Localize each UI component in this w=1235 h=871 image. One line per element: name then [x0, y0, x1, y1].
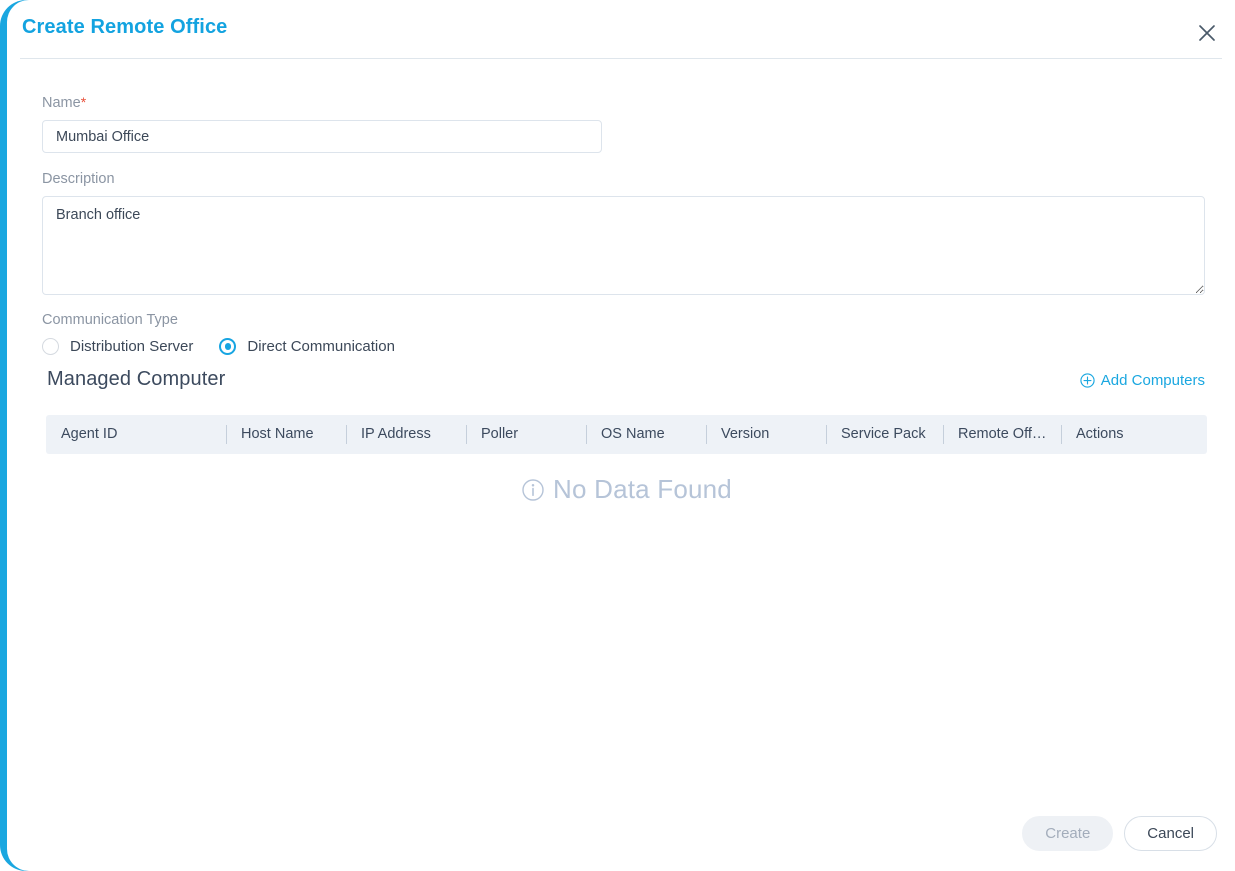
name-input[interactable]	[42, 120, 602, 153]
communication-type-group: Communication Type Distribution Server D…	[42, 311, 742, 355]
plus-circle-icon	[1080, 373, 1095, 388]
radio-direct-communication-label: Direct Communication	[247, 338, 395, 355]
column-header-actions[interactable]: Actions	[1061, 415, 1207, 454]
communication-type-label: Communication Type	[42, 312, 178, 328]
table-header-row: Agent ID Host Name IP Address Poller OS …	[46, 415, 1207, 454]
info-circle-icon	[521, 478, 545, 502]
column-header-service-pack[interactable]: Service Pack	[826, 415, 943, 454]
column-header-ip-address[interactable]: IP Address	[346, 415, 466, 454]
description-field-group: Description Branch office	[42, 170, 1205, 300]
radio-distribution-server[interactable]: Distribution Server	[42, 338, 193, 355]
add-computers-label: Add Computers	[1100, 372, 1205, 389]
empty-state-text: No Data Found	[553, 474, 732, 504]
managed-computer-table: Agent ID Host Name IP Address Poller OS …	[46, 415, 1207, 504]
column-header-host-name[interactable]: Host Name	[226, 415, 346, 454]
column-header-poller[interactable]: Poller	[466, 415, 586, 454]
name-label: Name*	[42, 93, 602, 112]
dialog-body: Name* Description Branch office Communic…	[7, 58, 1235, 871]
radio-circle-icon	[42, 338, 59, 355]
empty-state: No Data Found	[46, 474, 1207, 505]
column-header-agent-id[interactable]: Agent ID	[46, 415, 226, 454]
communication-type-options: Distribution Server Direct Communication	[42, 338, 742, 355]
radio-distribution-server-label: Distribution Server	[70, 338, 194, 355]
radio-direct-communication[interactable]: Direct Communication	[219, 338, 395, 355]
cancel-button[interactable]: Cancel	[1124, 816, 1217, 851]
name-field-group: Name*	[42, 93, 602, 153]
name-label-text: Name	[42, 95, 81, 111]
managed-computer-header: Managed Computer Add Computers	[42, 368, 1205, 398]
dialog-footer: Create Cancel	[1022, 816, 1217, 851]
page-title: Create Remote Office	[22, 16, 228, 38]
managed-computer-title: Managed Computer	[47, 368, 226, 390]
description-label: Description	[42, 171, 115, 187]
close-icon[interactable]	[1192, 18, 1222, 48]
create-remote-office-dialog: Create Remote Office Name* Description B…	[0, 0, 1235, 871]
description-textarea[interactable]: Branch office	[42, 196, 1205, 295]
column-header-version[interactable]: Version	[706, 415, 826, 454]
column-header-os-name[interactable]: OS Name	[586, 415, 706, 454]
dialog-header: Create Remote Office	[7, 0, 1235, 58]
dialog-panel: Create Remote Office Name* Description B…	[7, 0, 1235, 871]
radio-circle-selected-icon	[219, 338, 237, 355]
name-required-marker: *	[80, 94, 87, 110]
add-computers-button[interactable]: Add Computers	[1080, 372, 1205, 389]
create-button[interactable]: Create	[1022, 816, 1114, 851]
column-header-remote-office[interactable]: Remote Off…	[943, 415, 1061, 454]
